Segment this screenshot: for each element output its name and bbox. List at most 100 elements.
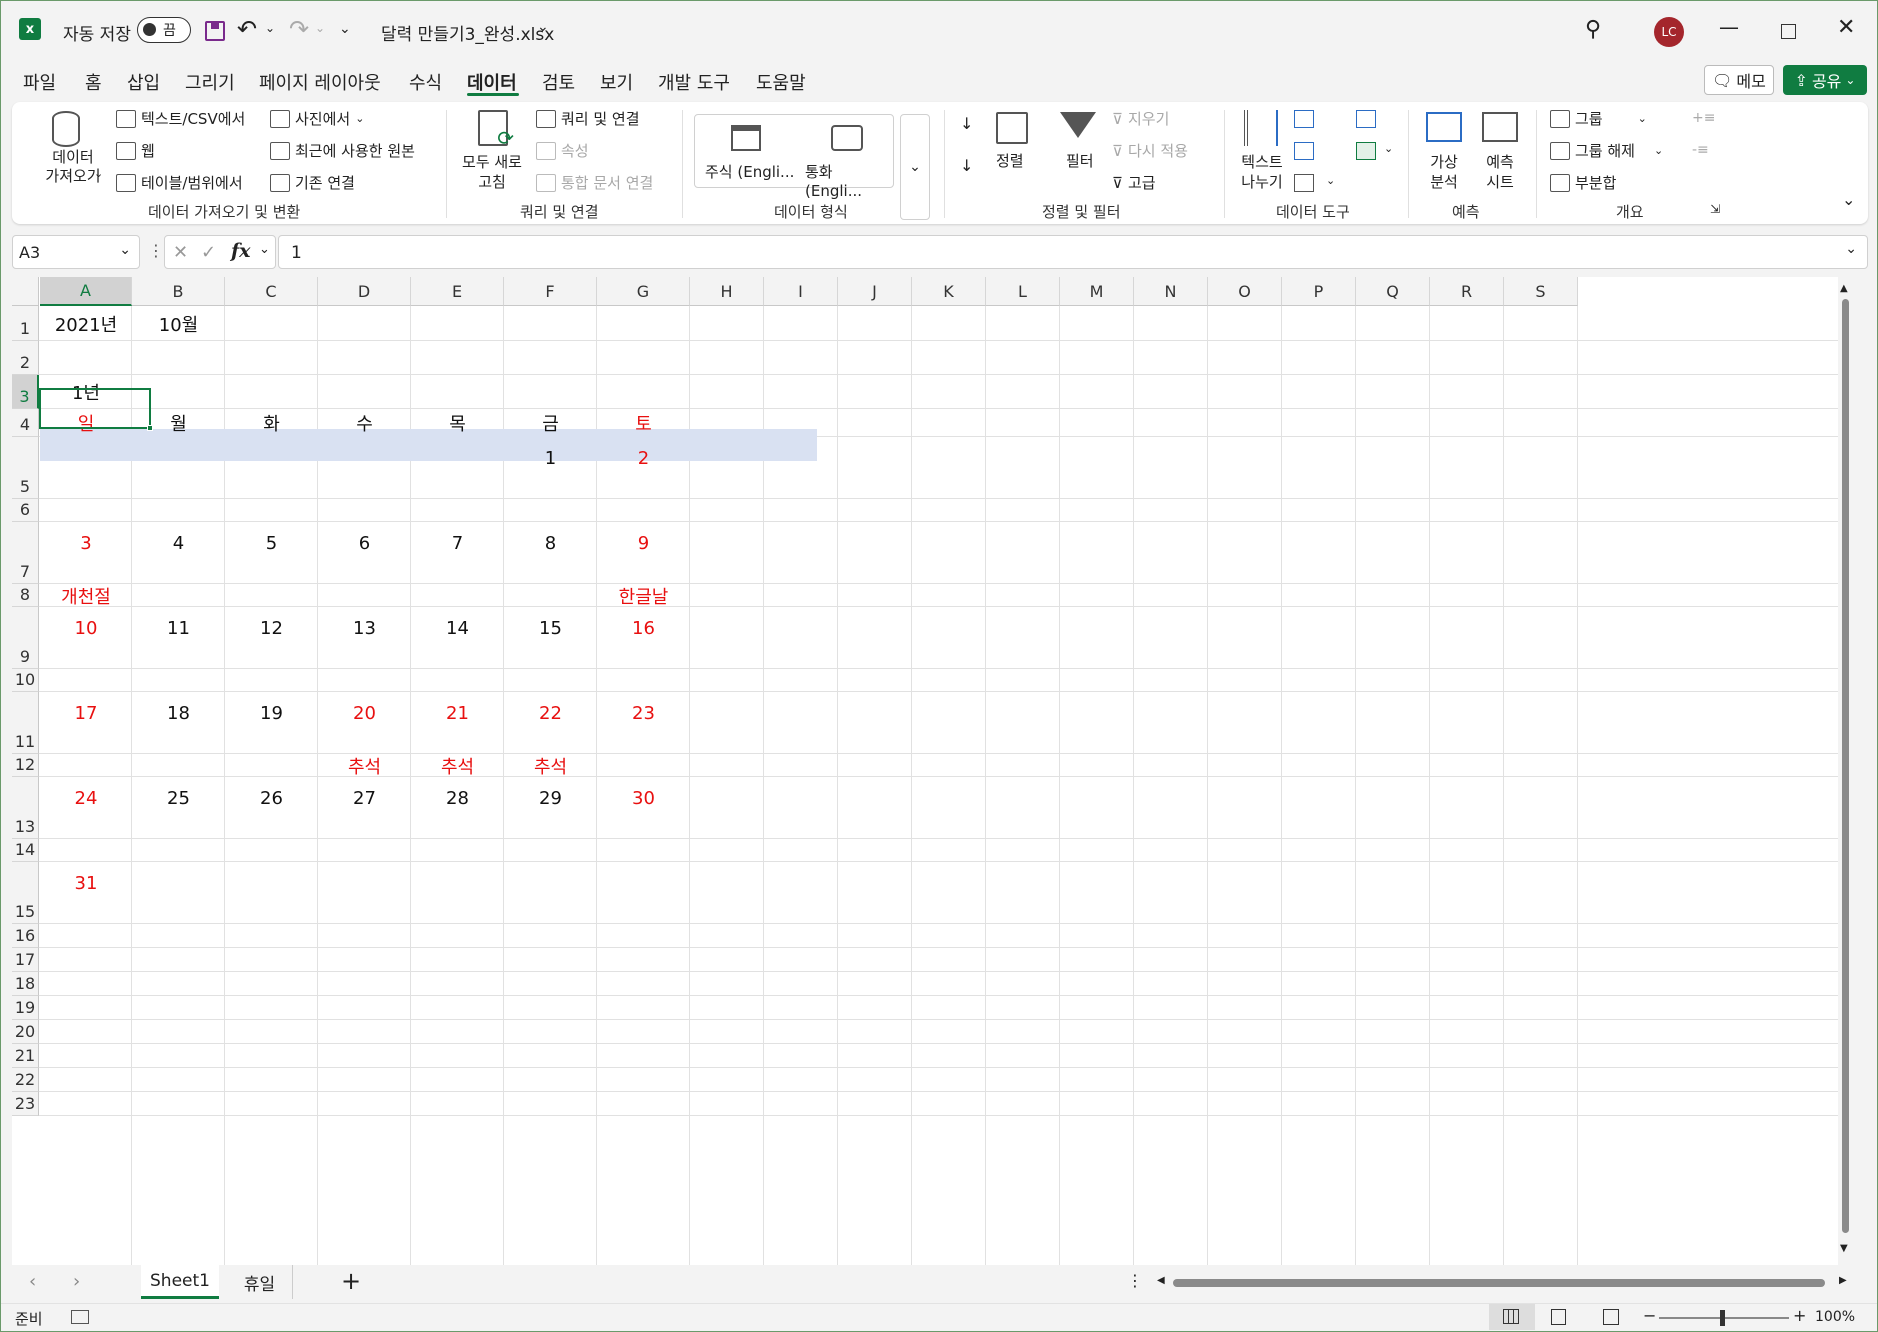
sort-az-icon[interactable]: ↓ xyxy=(960,116,973,132)
group-button[interactable]: 그룹 ⌄ xyxy=(1550,108,1647,129)
cell-G9[interactable]: 16 xyxy=(597,607,690,650)
insert-function-icon[interactable]: fx xyxy=(231,240,251,262)
column-header-G[interactable]: G xyxy=(597,277,690,306)
row-header-4[interactable]: 4 xyxy=(12,409,39,437)
customize-qat-icon[interactable]: ⌄ xyxy=(339,21,351,37)
zoom-slider-thumb[interactable] xyxy=(1720,1310,1725,1326)
row-header-12[interactable]: 12 xyxy=(12,754,39,777)
sort-button[interactable]: 정렬 xyxy=(996,150,1024,171)
row-header-10[interactable]: 10 xyxy=(12,669,39,692)
column-header-E[interactable]: E xyxy=(411,277,504,306)
forecast-sheet-button[interactable]: 예측 시트 xyxy=(1474,152,1526,192)
active-cell-A3[interactable] xyxy=(39,388,153,431)
data-model-icon[interactable] xyxy=(1356,142,1376,160)
column-header-A[interactable]: A xyxy=(40,277,132,306)
page-layout-view-icon[interactable] xyxy=(1551,1309,1566,1325)
column-header-C[interactable]: C xyxy=(225,277,318,306)
search-icon[interactable]: ⚲ xyxy=(1585,17,1601,42)
sheet-tab-sheet1[interactable]: Sheet1 xyxy=(141,1265,219,1299)
from-picture-button[interactable]: 사진에서 ⌄ xyxy=(270,108,364,129)
flash-fill-icon[interactable] xyxy=(1294,110,1314,128)
cell-G5[interactable]: 2 xyxy=(597,437,690,480)
cell-G7[interactable]: 9 xyxy=(597,522,690,565)
tab-formulas[interactable]: 수식 xyxy=(409,69,442,95)
stocks-button[interactable]: 주식 (Engli... xyxy=(705,161,794,182)
worksheet-grid[interactable]: A B C D E F G H I J K L M N O P Q R S 1 2 3 4 5 6 7 8 9 10 11 12 13 14 15… xyxy=(12,277,1853,1265)
text-to-columns-button[interactable]: 텍스트 나누기 xyxy=(1234,152,1290,192)
accessibility-icon[interactable] xyxy=(71,1310,89,1324)
row-header-6[interactable]: 6 xyxy=(12,499,39,522)
row-header-23[interactable]: 23 xyxy=(12,1092,39,1116)
column-header-K[interactable]: K xyxy=(912,277,986,306)
cell-B7[interactable]: 4 xyxy=(132,522,225,565)
close-icon[interactable]: ✕ xyxy=(1837,15,1855,40)
vertical-scrollbar[interactable]: ▲ ▼ xyxy=(1838,277,1853,1265)
currencies-button[interactable]: 통화 (Engli... xyxy=(805,161,893,200)
cell-C11[interactable]: 19 xyxy=(225,692,318,735)
ungroup-button[interactable]: 그룹 해제 ⌄ xyxy=(1550,140,1663,161)
cell-G8[interactable]: 한글날 xyxy=(597,584,690,608)
cell-G4[interactable]: 토 xyxy=(597,409,690,437)
tab-review[interactable]: 검토 xyxy=(542,69,575,95)
autosave-toggle[interactable]: 끔 xyxy=(137,17,191,43)
formula-input[interactable]: 1 ⌄ xyxy=(278,235,1868,269)
prev-sheet-icon[interactable]: ‹ xyxy=(29,1271,36,1292)
h-scroll-thumb[interactable] xyxy=(1173,1279,1825,1287)
cell-F13[interactable]: 29 xyxy=(504,777,597,820)
row-header-14[interactable]: 14 xyxy=(12,839,39,862)
column-header-L[interactable]: L xyxy=(986,277,1060,306)
cell-B13[interactable]: 25 xyxy=(132,777,225,820)
cell-E4[interactable]: 목 xyxy=(411,409,504,437)
cell-F9[interactable]: 15 xyxy=(504,607,597,650)
row-header-16[interactable]: 16 xyxy=(12,924,39,948)
cell-B9[interactable]: 11 xyxy=(132,607,225,650)
tab-home[interactable]: 홈 xyxy=(85,69,102,95)
add-sheet-icon[interactable]: + xyxy=(341,1267,361,1295)
select-all-corner[interactable] xyxy=(12,277,39,306)
sheet-tab-holidays[interactable]: 휴일 xyxy=(227,1265,293,1299)
tab-page-layout[interactable]: 페이지 레이아웃 xyxy=(259,69,381,95)
tab-view[interactable]: 보기 xyxy=(600,69,633,95)
row-header-7[interactable]: 7 xyxy=(12,522,39,584)
tab-developer[interactable]: 개발 도구 xyxy=(658,69,730,95)
what-if-analysis-button[interactable]: 가상 분석 xyxy=(1416,152,1472,192)
cell-D11[interactable]: 20 xyxy=(318,692,411,735)
scroll-up-icon[interactable]: ▲ xyxy=(1840,283,1848,294)
cell-A7[interactable]: 3 xyxy=(40,522,132,565)
row-header-2[interactable]: 2 xyxy=(12,341,39,375)
cell-A11[interactable]: 17 xyxy=(40,692,132,735)
sheet-options-icon[interactable]: ⋮ xyxy=(1127,1271,1143,1290)
document-title[interactable]: 달력 만들기3_완성.xlsx xyxy=(381,20,554,45)
gallery-expand-button[interactable]: ⌄ xyxy=(900,114,930,220)
scroll-thumb[interactable] xyxy=(1842,299,1849,1233)
column-header-J[interactable]: J xyxy=(838,277,912,306)
row-header-1[interactable]: 1 xyxy=(12,306,39,341)
cell-E12[interactable]: 추석 xyxy=(411,754,504,778)
cell-C13[interactable]: 26 xyxy=(225,777,318,820)
tab-draw[interactable]: 그리기 xyxy=(185,69,235,95)
cell-B11[interactable]: 18 xyxy=(132,692,225,735)
column-header-I[interactable]: I xyxy=(764,277,838,306)
cell-G11[interactable]: 23 xyxy=(597,692,690,735)
chevron-down-icon[interactable]: ⌄ xyxy=(1326,174,1335,187)
next-sheet-icon[interactable]: › xyxy=(73,1271,80,1292)
column-header-P[interactable]: P xyxy=(1282,277,1356,306)
more-options-icon[interactable]: ⋮ xyxy=(148,241,164,260)
subtotal-button[interactable]: 부분합 xyxy=(1550,172,1616,193)
fill-handle[interactable] xyxy=(147,425,153,431)
row-header-17[interactable]: 17 xyxy=(12,948,39,972)
column-header-F[interactable]: F xyxy=(504,277,597,306)
row-header-15[interactable]: 15 xyxy=(12,862,39,924)
zoom-level[interactable]: 100% xyxy=(1815,1309,1855,1325)
row-header-21[interactable]: 21 xyxy=(12,1044,39,1068)
row-header-9[interactable]: 9 xyxy=(12,607,39,669)
cell-B1[interactable]: 10월 xyxy=(132,306,225,341)
filter-button[interactable]: 필터 xyxy=(1066,150,1094,171)
row-header-11[interactable]: 11 xyxy=(12,692,39,754)
cell-D4[interactable]: 수 xyxy=(318,409,411,437)
cell-E13[interactable]: 28 xyxy=(411,777,504,820)
data-validation-icon[interactable] xyxy=(1294,174,1314,192)
cell-F12[interactable]: 추석 xyxy=(504,754,597,778)
cell-E11[interactable]: 21 xyxy=(411,692,504,735)
cell-A1[interactable]: 2021년 xyxy=(40,306,132,341)
